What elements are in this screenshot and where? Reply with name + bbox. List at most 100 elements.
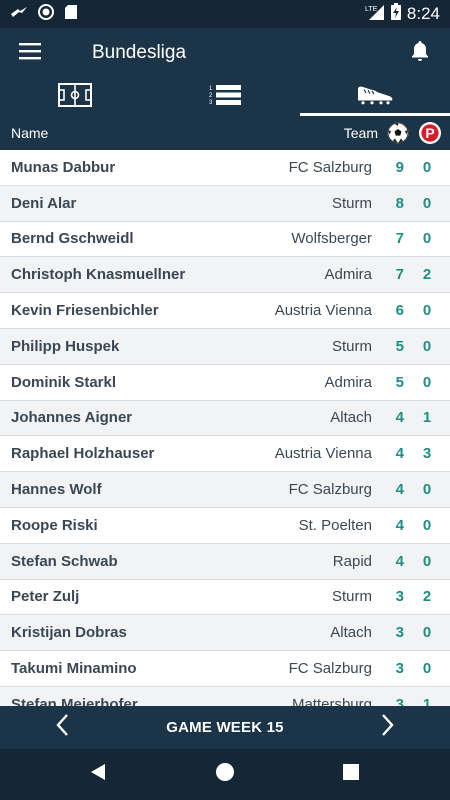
scorers-list[interactable]: Munas Dabbur FC Salzburg 9 0 Deni Alar S… [0,150,450,706]
player-name: Kristijan Dobras [11,624,127,642]
player-name: Stefan Schwab [11,552,118,570]
ranking-list-icon: 123 [209,84,241,111]
player-name: Raphael Holzhauser [11,445,155,463]
player-penalties: 0 [422,624,432,642]
player-name: Christoph Knasmuellner [11,266,186,284]
player-goals: 6 [395,302,404,320]
record-icon [38,3,54,25]
pitch-icon [58,82,92,112]
player-name: Philipp Huspek [11,337,120,355]
lte-signal-icon: LTE [365,4,385,25]
player-team: Austria Vienna [274,445,372,463]
recents-button[interactable] [326,749,376,800]
player-penalties: 0 [422,552,432,570]
home-button[interactable] [200,749,250,800]
system-nav-bar [0,749,450,800]
player-penalties: 0 [422,158,432,176]
player-goals: 5 [395,337,404,355]
player-name: Takumi Minamino [11,660,137,678]
player-row[interactable]: Johannes Aigner Altach 4 1 [0,400,450,437]
player-penalties: 1 [422,695,432,706]
player-row[interactable]: Roope Riski St. Poelten 4 0 [0,508,450,544]
soccer-ball-icon [386,121,410,145]
notification-icon [10,5,28,24]
player-team: Sturm [331,588,372,606]
player-row[interactable]: Bernd Gschweidl Wolfsberger 7 0 [0,222,450,258]
svg-text:P: P [425,125,434,141]
player-goals: 7 [395,230,404,248]
player-penalties: 2 [422,266,432,284]
chevron-left-icon [55,713,69,742]
player-team: FC Salzburg [288,158,372,176]
player-row[interactable]: Dominik Starkl Admira 5 0 [0,365,450,401]
player-goals: 5 [395,373,404,391]
player-row[interactable]: Hannes Wolf FC Salzburg 4 0 [0,472,450,508]
player-goals: 9 [395,158,404,176]
tab-top-scorers[interactable] [300,78,450,116]
player-penalties: 0 [422,481,432,499]
player-row[interactable]: Kevin Friesenbichler Austria Vienna 6 0 [0,293,450,329]
chevron-right-icon [381,713,395,742]
player-row[interactable]: Takumi Minamino FC Salzburg 3 0 [0,651,450,687]
player-name: Deni Alar [11,194,77,212]
team-column-label: Team [343,125,378,141]
name-column-label: Name [11,125,49,141]
player-penalties: 0 [422,337,432,355]
player-name: Dominik Starkl [11,373,117,391]
player-team: FC Salzburg [288,481,372,499]
player-row[interactable]: Philipp Huspek Sturm 5 0 [0,328,450,365]
player-penalties: 3 [422,445,432,463]
player-goals: 3 [395,588,404,606]
player-team: FC Salzburg [288,660,372,678]
player-name: Hannes Wolf [11,481,102,499]
player-team: Sturm [331,337,372,355]
next-week-button[interactable] [376,706,400,749]
previous-week-button[interactable] [50,706,74,749]
player-penalties: 0 [422,230,432,248]
back-button[interactable] [73,749,123,800]
player-goals: 8 [395,194,404,212]
app-title: Bundesliga [92,42,187,63]
player-penalties: 0 [422,516,432,534]
player-name: Munas Dabbur [11,158,116,176]
tab-standings[interactable] [0,78,150,116]
boot-icon [355,85,395,110]
player-goals: 4 [395,516,404,534]
bell-icon [410,40,430,67]
network-type-label: LTE [365,6,378,13]
player-row[interactable]: Stefan Schwab Rapid 4 0 [0,543,450,580]
notifications-button[interactable] [390,28,450,78]
player-goals: 7 [395,266,404,284]
menu-button[interactable] [0,28,60,78]
player-row[interactable]: Deni Alar Sturm 8 0 [0,185,450,222]
player-penalties: 0 [422,302,432,320]
player-row[interactable]: Christoph Knasmuellner Admira 7 2 [0,257,450,294]
tab-bar: 123 [0,78,450,116]
player-name: Roope Riski [11,516,98,534]
hamburger-icon [19,42,41,65]
tab-fixtures[interactable]: 123 [150,78,300,116]
player-row[interactable]: Raphael Holzhauser Austria Vienna 4 3 [0,436,450,473]
player-team: Mattersburg [291,695,372,706]
player-goals: 4 [395,481,404,499]
player-goals: 4 [395,445,404,463]
player-row[interactable]: Stefan Meierhofer Mattersburg 3 1 [0,686,450,706]
player-goals: 3 [395,660,404,678]
player-team: Rapid [332,552,372,570]
player-row[interactable]: Munas Dabbur FC Salzburg 9 0 [0,150,450,186]
column-header: Name Team P [0,116,450,150]
player-penalties: 0 [422,660,432,678]
player-goals: 3 [395,624,404,642]
player-goals: 4 [395,552,404,570]
player-team: Altach [330,624,372,642]
player-row[interactable]: Peter Zulj Sturm 3 2 [0,580,450,616]
recents-square-icon [342,763,360,786]
back-triangle-icon [89,763,107,786]
player-row[interactable]: Kristijan Dobras Altach 3 0 [0,615,450,652]
penalty-icon: P [418,121,442,145]
player-penalties: 0 [422,373,432,391]
player-team: Austria Vienna [274,302,372,320]
player-penalties: 0 [422,194,432,212]
player-team: St. Poelten [298,516,372,534]
player-name: Kevin Friesenbichler [11,302,159,320]
